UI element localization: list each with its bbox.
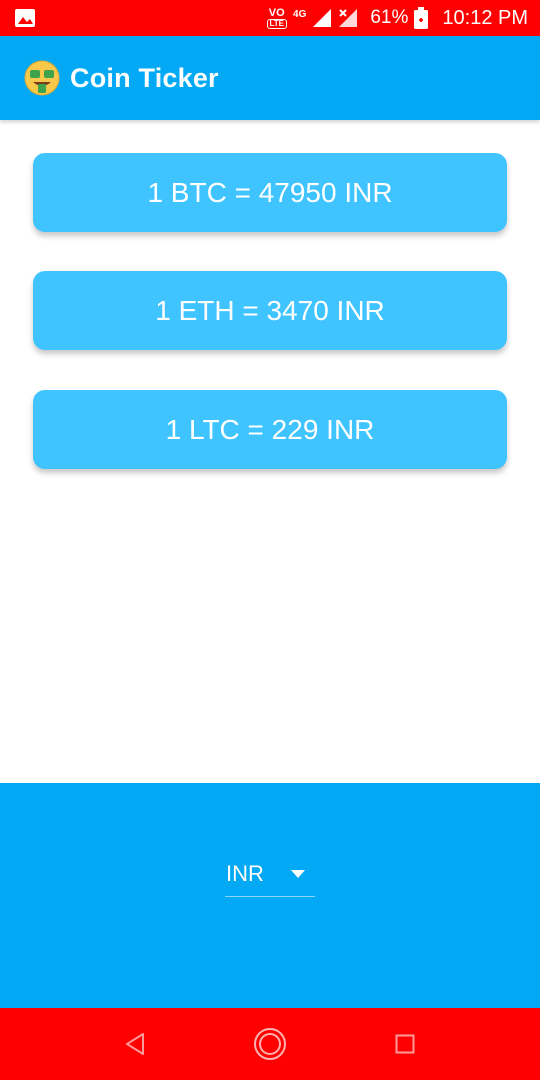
- ltc-rate-card[interactable]: 1 LTC = 229 INR: [33, 390, 507, 469]
- currency-dropdown[interactable]: INR: [225, 857, 315, 897]
- dropdown-arrow-icon: [291, 869, 305, 878]
- back-icon: [126, 1033, 144, 1055]
- app-title: Coin Ticker: [70, 62, 219, 93]
- gallery-notification-icon: [15, 9, 35, 27]
- home-button[interactable]: [252, 1026, 288, 1062]
- navigation-bar: [0, 1008, 540, 1080]
- eth-rate-card[interactable]: 1 ETH = 3470 INR: [33, 271, 507, 350]
- clock: 10:12 PM: [442, 6, 528, 29]
- signal-strength-icon: [313, 9, 332, 27]
- app-bar: Coin Ticker: [0, 36, 540, 120]
- currency-selected-value: INR: [226, 860, 264, 886]
- signal-no-service-icon: [339, 9, 358, 27]
- back-button[interactable]: [117, 1026, 153, 1062]
- lte-label: LTE: [266, 18, 288, 29]
- home-icon: [254, 1028, 286, 1060]
- volte-badge: VO LTE: [266, 6, 288, 29]
- ltc-rate-label: 1 LTC = 229 INR: [165, 413, 375, 445]
- rates-list: 1 BTC = 47950 INR 1 ETH = 3470 INR 1 LTC…: [0, 120, 540, 783]
- battery-percent: 61%: [370, 7, 409, 28]
- battery-charging-icon: [414, 7, 429, 29]
- money-face-emoji-icon: [24, 60, 60, 96]
- btc-rate-card[interactable]: 1 BTC = 47950 INR: [33, 153, 507, 232]
- recents-button[interactable]: [387, 1026, 423, 1062]
- btc-rate-label: 1 BTC = 47950 INR: [147, 176, 393, 208]
- volte-label: VO: [268, 6, 285, 19]
- network-4g-label: 4G: [293, 8, 307, 20]
- status-bar: VO LTE 4G 61% 10:12 PM: [0, 0, 540, 36]
- recents-icon: [395, 1034, 415, 1054]
- currency-picker-panel: INR: [0, 783, 540, 1008]
- eth-rate-label: 1 ETH = 3470 INR: [155, 294, 385, 326]
